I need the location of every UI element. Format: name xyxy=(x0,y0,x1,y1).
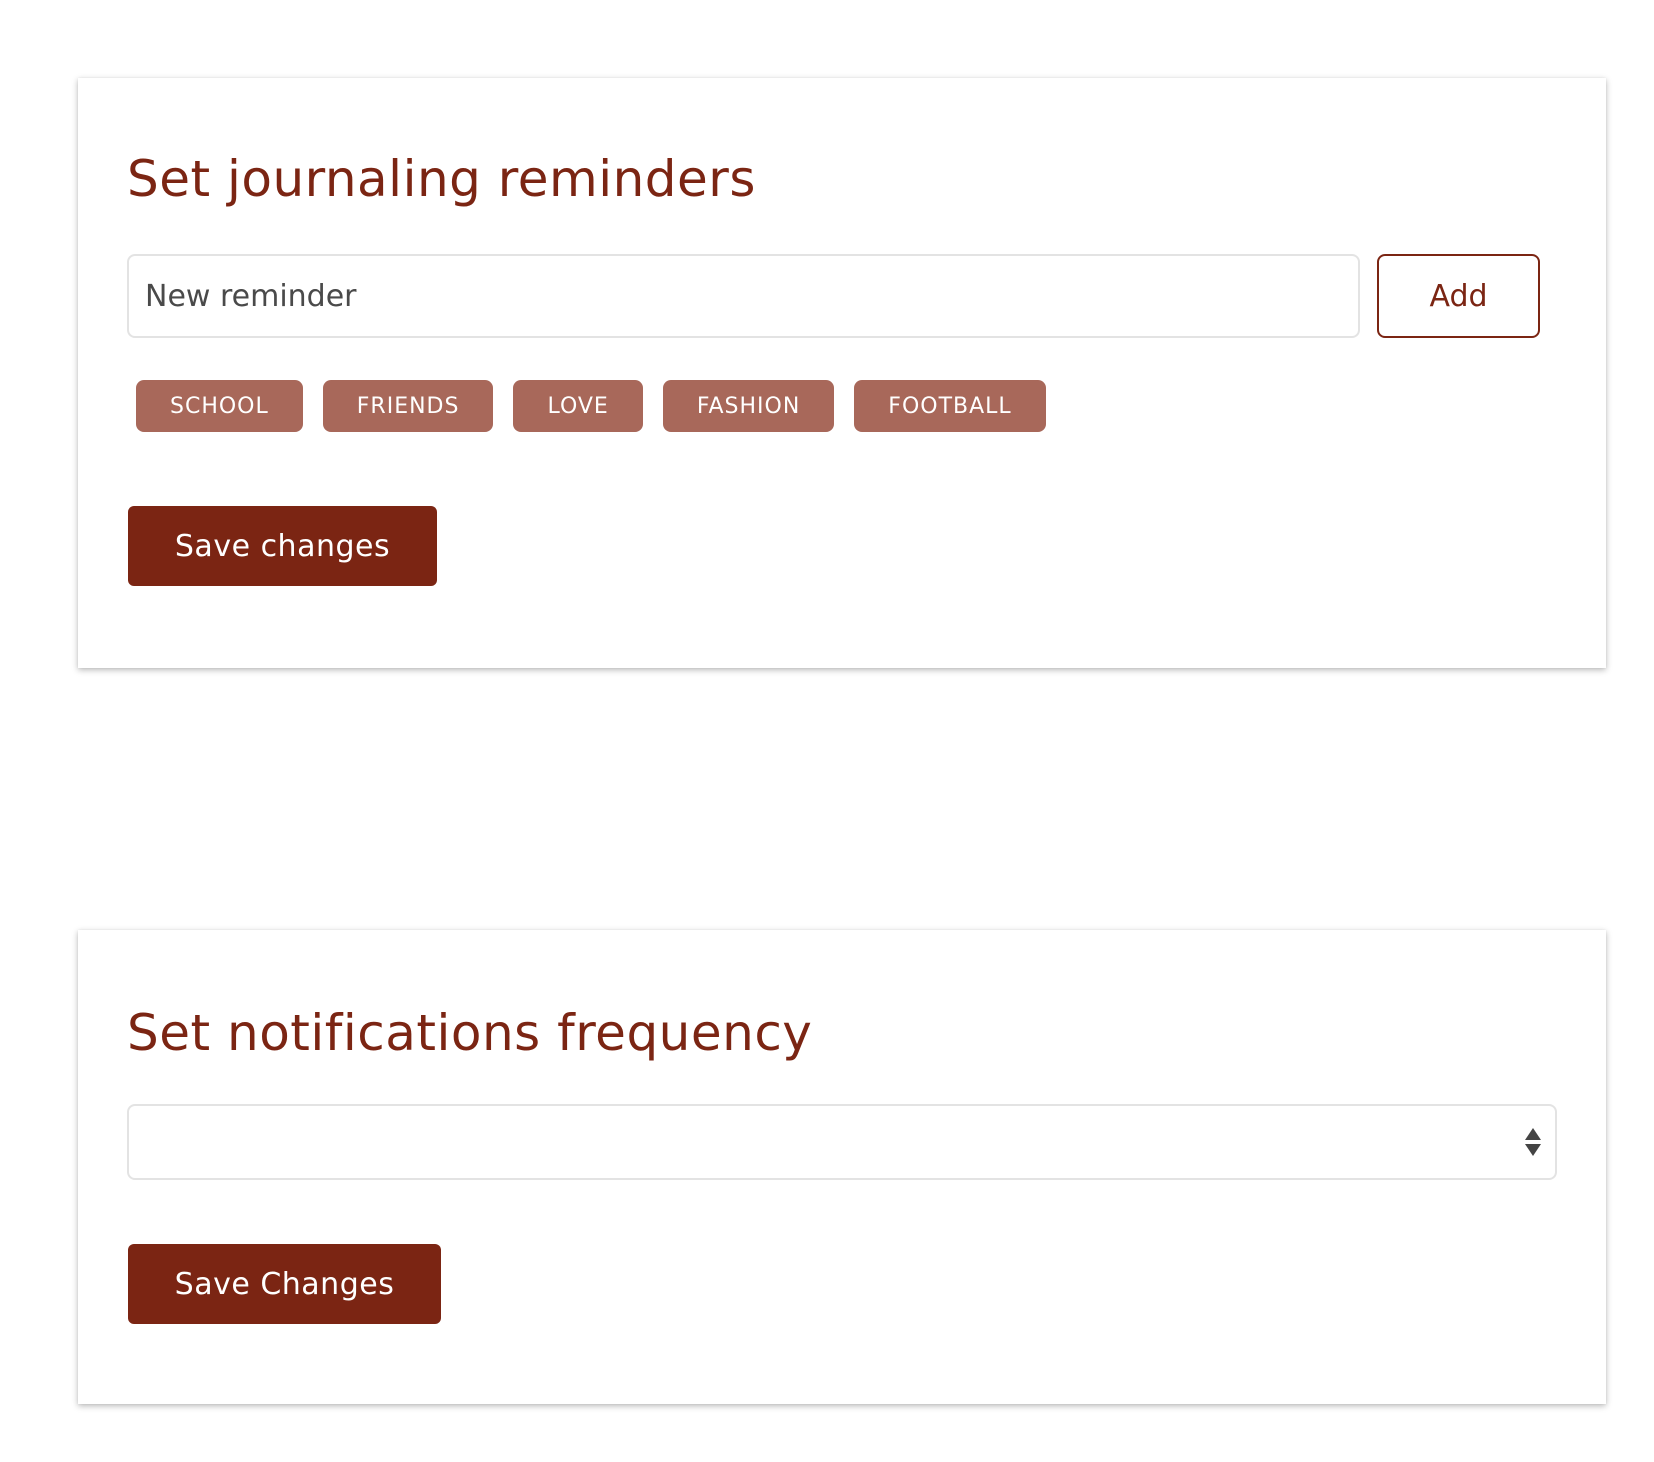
save-frequency-button[interactable]: Save Changes xyxy=(128,1244,441,1324)
reminder-tags: SCHOOL FRIENDS LOVE FASHION FOOTBALL xyxy=(136,380,1046,432)
tag-friends[interactable]: FRIENDS xyxy=(322,380,494,432)
tag-football[interactable]: FOOTBALL xyxy=(854,380,1046,432)
frequency-card: Set notifications frequency Save Changes xyxy=(78,930,1606,1404)
arrow-up-icon xyxy=(1525,1128,1541,1140)
tag-fashion[interactable]: FASHION xyxy=(662,380,835,432)
add-reminder-button[interactable]: Add xyxy=(1377,254,1540,338)
new-reminder-input[interactable] xyxy=(127,254,1360,338)
frequency-title: Set notifications frequency xyxy=(127,1004,813,1062)
tag-school[interactable]: SCHOOL xyxy=(136,380,303,432)
arrow-down-icon xyxy=(1525,1144,1541,1156)
frequency-select[interactable] xyxy=(127,1104,1557,1180)
save-reminders-button[interactable]: Save changes xyxy=(128,506,437,586)
select-arrows-icon xyxy=(1525,1128,1541,1158)
reminders-card: Set journaling reminders Add SCHOOL FRIE… xyxy=(78,78,1606,668)
tag-love[interactable]: LOVE xyxy=(513,380,643,432)
reminders-title: Set journaling reminders xyxy=(127,150,756,208)
